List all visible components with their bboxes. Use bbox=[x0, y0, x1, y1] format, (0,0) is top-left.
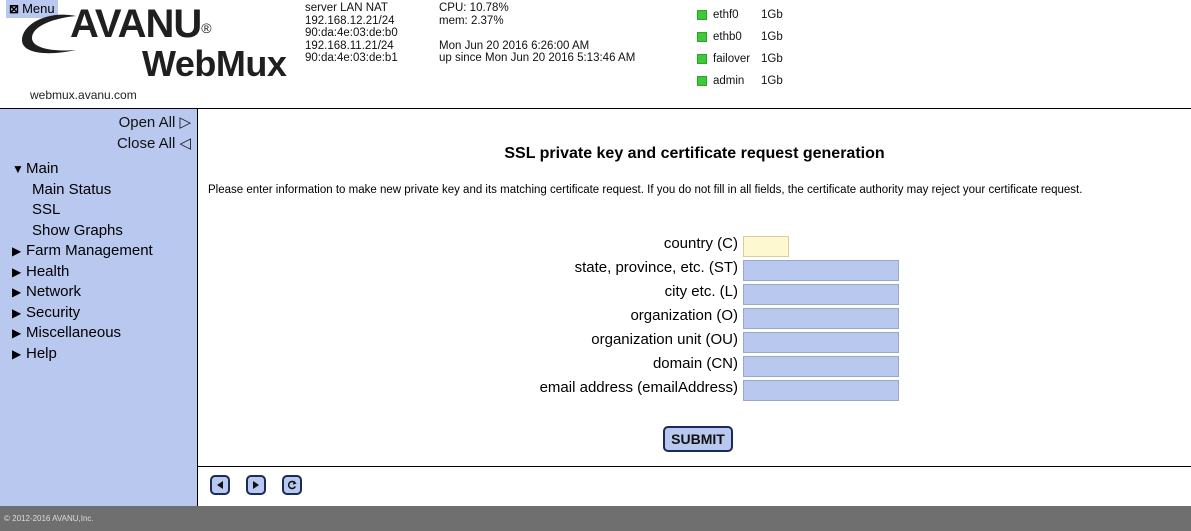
email-field[interactable] bbox=[743, 380, 899, 401]
interface-name: failover bbox=[713, 52, 751, 65]
nav-section-label: Miscellaneous bbox=[26, 324, 122, 341]
main-content: SSL private key and certificate request … bbox=[198, 108, 1191, 466]
city-field[interactable] bbox=[743, 284, 899, 305]
refresh-icon bbox=[287, 480, 297, 490]
interface-status-list: ethf0 1Gb ethb0 1Gb failover 1Gb admin 1… bbox=[697, 4, 783, 92]
sidebar: Open All ▷ Close All ◁ ▼ Main Main Status… bbox=[0, 108, 198, 506]
nat-mac: 90:da:4e:03:de:b1 bbox=[305, 52, 398, 64]
network-info: server LAN NAT 192.168.12.21/24 90:da:4e… bbox=[305, 2, 398, 65]
organization-label: organization (O) bbox=[630, 307, 738, 324]
triangle-right-icon: ▶ bbox=[12, 285, 22, 299]
status-led-icon bbox=[697, 54, 707, 64]
interface-speed: 1Gb bbox=[761, 52, 783, 65]
nav-section-farm-management[interactable]: ▶ Farm Management bbox=[12, 241, 153, 262]
nat-ip: 192.168.11.21/24 bbox=[305, 39, 394, 52]
triangle-right-icon: ▶ bbox=[12, 305, 22, 320]
refresh-button[interactable] bbox=[282, 475, 302, 495]
back-button[interactable] bbox=[210, 475, 230, 495]
logo-product: WebMux bbox=[142, 43, 287, 84]
nav-item-ssl[interactable]: SSL bbox=[12, 200, 153, 221]
triangle-down-icon: ▼ bbox=[12, 162, 24, 176]
logo-swoosh-icon bbox=[22, 14, 76, 54]
lan-ip: 192.168.12.21/24 bbox=[305, 14, 395, 27]
interface-status: ethb0 1Gb bbox=[697, 26, 783, 48]
mem-usage: mem: 2.37% bbox=[439, 14, 504, 27]
interface-status: ethf0 1Gb bbox=[697, 4, 783, 26]
logo-url: webmux.avanu.com bbox=[30, 88, 137, 102]
country-label: country (C) bbox=[663, 235, 738, 252]
nav-section-security[interactable]: ▶ Security bbox=[12, 303, 153, 324]
uptime: up since Mon Jun 20 2016 5:13:46 AM bbox=[439, 52, 636, 64]
nav-section-label: Help bbox=[26, 344, 57, 362]
triangle-right-icon: ▶ bbox=[12, 244, 22, 258]
city-label: city etc. (L) bbox=[664, 283, 738, 300]
nav-section-miscellaneous[interactable]: ▶ Miscellaneous bbox=[12, 323, 153, 344]
email-label: email address (emailAddress) bbox=[539, 379, 738, 396]
organization-unit-label: organization unit (OU) bbox=[591, 331, 738, 348]
interface-name: ethb0 bbox=[713, 30, 742, 43]
nav-section-label: Main bbox=[26, 160, 59, 177]
triangle-right-icon: ▶ bbox=[12, 346, 22, 361]
nav-item-main-status[interactable]: Main Status bbox=[12, 180, 153, 201]
interface-speed: 1Gb bbox=[761, 8, 783, 21]
interface-name: ethf0 bbox=[713, 8, 739, 21]
status-bar: © 2012-2016 AVANU,Inc. bbox=[0, 506, 1191, 531]
forward-button[interactable] bbox=[246, 475, 266, 495]
organization-unit-field[interactable] bbox=[743, 332, 899, 353]
nav-section-network[interactable]: ▶ Network bbox=[12, 282, 153, 303]
system-info: CPU: 10.78% mem: 2.37% Mon Jun 20 2016 6… bbox=[439, 2, 635, 65]
nav-section-main[interactable]: ▼ Main bbox=[12, 159, 153, 180]
cpu-usage: CPU: 10.78% bbox=[439, 2, 509, 14]
status-led-icon bbox=[697, 10, 707, 20]
arrow-right-icon bbox=[253, 481, 259, 489]
status-led-icon bbox=[697, 76, 707, 86]
close-all-link[interactable]: Close All ◁ bbox=[117, 134, 191, 152]
state-label: state, province, etc. (ST) bbox=[574, 259, 738, 276]
interface-speed: 1Gb bbox=[761, 74, 783, 87]
triangle-right-icon: ▶ bbox=[12, 264, 22, 279]
organization-field[interactable] bbox=[743, 308, 899, 329]
submit-button[interactable]: SUBMIT bbox=[663, 426, 733, 452]
nav-tree: ▼ Main Main Status SSL Show Graphs ▶ Farm … bbox=[12, 159, 153, 364]
interface-status: admin 1Gb bbox=[697, 70, 783, 92]
nav-item-show-graphs[interactable]: Show Graphs bbox=[12, 221, 153, 242]
interface-name: admin bbox=[713, 74, 745, 87]
nav-section-help[interactable]: ▶ Help bbox=[12, 344, 153, 365]
current-datetime: Mon Jun 20 2016 6:26:00 AM bbox=[439, 39, 590, 52]
lan-mac: 90:da:4e:03:de:b0 bbox=[305, 27, 398, 39]
domain-field[interactable] bbox=[743, 356, 899, 377]
nav-section-label: Network bbox=[26, 283, 82, 300]
header: ⊠ Menu AVANU® WebMux webmux.avanu.com se… bbox=[0, 0, 1191, 108]
logo-brand: AVANU bbox=[70, 2, 202, 46]
nav-section-label: Farm Management bbox=[26, 242, 153, 259]
status-led-icon bbox=[697, 32, 707, 42]
arrow-left-icon bbox=[217, 481, 223, 489]
domain-label: domain (CN) bbox=[652, 355, 738, 372]
interface-speed: 1Gb bbox=[761, 30, 783, 43]
history-nav-bar bbox=[198, 466, 1191, 506]
registered-mark: ® bbox=[201, 20, 211, 36]
interface-status: failover 1Gb bbox=[697, 48, 783, 70]
network-mode: server LAN NAT bbox=[305, 2, 388, 14]
state-field[interactable] bbox=[743, 260, 899, 281]
triangle-right-icon: ▶ bbox=[12, 326, 22, 340]
nav-section-label: Health bbox=[26, 262, 70, 280]
copyright-text: © 2012-2016 AVANU,Inc. bbox=[4, 514, 94, 523]
avanu-webmux-logo: AVANU® WebMux webmux.avanu.com bbox=[18, 2, 288, 102]
page-title: SSL private key and certificate request … bbox=[504, 145, 885, 162]
open-all-link[interactable]: Open All ▷ bbox=[119, 113, 191, 131]
nav-section-label: Security bbox=[26, 303, 81, 321]
intro-text: Please enter information to make new pri… bbox=[208, 184, 1083, 196]
nav-section-health[interactable]: ▶ Health bbox=[12, 262, 153, 283]
country-field[interactable] bbox=[743, 236, 789, 257]
